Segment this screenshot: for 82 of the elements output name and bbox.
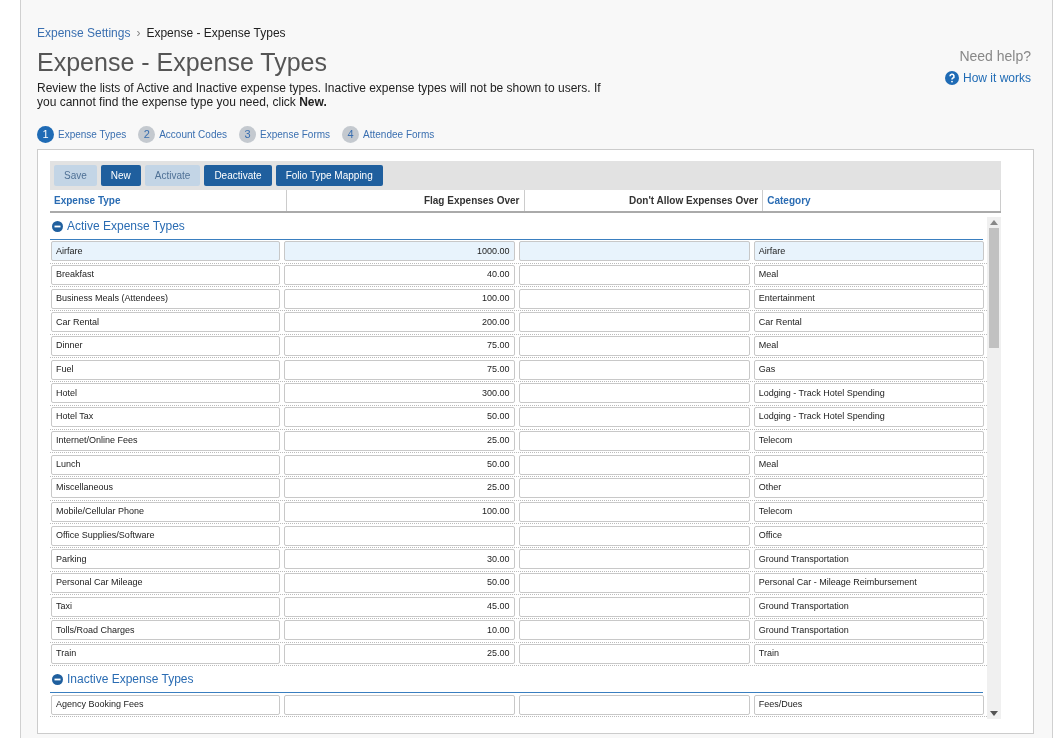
toolbar-button[interactable]: New <box>100 165 141 186</box>
scrollbar-thumb[interactable] <box>989 228 999 348</box>
table-cell: Mobile/Cellular Phone <box>51 501 281 522</box>
table-cell: Ground Transportation <box>753 549 984 570</box>
table-cell: Hotel <box>51 383 281 404</box>
table-cell: 50.00 <box>284 572 515 593</box>
table-cell: 25.00 <box>284 644 515 665</box>
table-cell: Agency Booking Fees <box>51 694 281 715</box>
toolbar-button[interactable]: Folio Type Mapping <box>275 165 383 186</box>
table-cell: 40.00 <box>284 265 515 286</box>
table-cell: Business Meals (Attendees) <box>51 288 281 309</box>
table-cell: Telecom <box>753 430 984 451</box>
scrollbar[interactable] <box>987 217 1001 719</box>
table-cell: Car Rental <box>51 312 281 333</box>
table-cell: 100.00 <box>284 501 515 522</box>
table-cell: 75.00 <box>284 359 515 380</box>
table-cell: Lunch <box>51 454 281 475</box>
table-cell: 10.00 <box>284 620 515 641</box>
collapse-icon[interactable] <box>52 220 63 232</box>
table-cell: Airfare <box>51 241 281 262</box>
table-cell: Meal <box>753 454 984 475</box>
table-cell: Ground Transportation <box>753 620 984 641</box>
group-title: Inactive Expense Types <box>67 671 194 689</box>
scroll-up-icon[interactable] <box>990 220 998 225</box>
table-cell: Ground Transportation <box>753 596 984 617</box>
table-cell: Personal Car Mileage <box>51 572 281 593</box>
column-header[interactable]: Flag Expenses Over <box>286 190 525 211</box>
table-cell: 300.00 <box>284 383 515 404</box>
table-cell: 100.00 <box>284 288 515 309</box>
table-cell: Entertainment <box>753 288 984 309</box>
table-cell: 75.00 <box>284 336 515 357</box>
table-cell: Tolls/Road Charges <box>51 620 281 641</box>
table-cell: Office Supplies/Software <box>51 525 281 546</box>
step-tab[interactable]: 4 Attendee Forms <box>342 125 435 143</box>
column-header[interactable]: Don't Allow Expenses Over <box>524 190 764 211</box>
table-cell: 45.00 <box>284 596 515 617</box>
toolbar-button[interactable]: Deactivate <box>204 165 272 186</box>
table-cell: 50.00 <box>284 407 515 428</box>
step-tab[interactable]: 1 Expense Types <box>37 125 127 143</box>
breadcrumb-separator: › <box>136 25 141 42</box>
table-cell: Fuel <box>51 359 281 380</box>
breadcrumb-current: Expense - Expense Types <box>146 25 286 42</box>
how-it-works-link[interactable]: How it works <box>963 69 1031 87</box>
table-cell: Meal <box>753 336 984 357</box>
table-cell: 1000.00 <box>284 241 515 262</box>
table-cell: 200.00 <box>284 312 515 333</box>
table-cell: Other <box>753 478 984 499</box>
column-header[interactable]: Expense Type <box>50 190 287 211</box>
scroll-down-icon[interactable] <box>990 711 998 716</box>
table-cell: 30.00 <box>284 549 515 570</box>
table-cell: Hotel Tax <box>51 407 281 428</box>
table-cell: Dinner <box>51 336 281 357</box>
table-cell: Internet/Online Fees <box>51 430 281 451</box>
table-cell: Taxi <box>51 596 281 617</box>
table-cell: Breakfast <box>51 265 281 286</box>
help-icon <box>945 71 959 85</box>
page-description: Review the lists of Active and Inactive expense types. Inactive expense types will not be shown to users. If you cannot find the expense type you need, click New. <box>37 81 602 109</box>
table-cell: 50.00 <box>284 454 515 475</box>
collapse-icon[interactable] <box>52 673 63 685</box>
table-cell: Personal Car - Mileage Reimbursement <box>753 572 984 593</box>
column-header[interactable]: Category <box>763 190 1001 211</box>
step-tab[interactable]: 3 Expense Forms <box>239 125 331 143</box>
table-cell: Miscellaneous <box>51 478 281 499</box>
table-cell: Office <box>753 525 984 546</box>
table-cell: Gas <box>753 359 984 380</box>
table-cell: Meal <box>753 265 984 286</box>
help-heading: Need help? <box>959 47 1031 66</box>
table-cell: Lodging - Track Hotel Spending <box>753 407 984 428</box>
table-cell: Train <box>51 644 281 665</box>
table-cell: Telecom <box>753 501 984 522</box>
table-cell: 25.00 <box>284 430 515 451</box>
table-cell: Fees/Dues <box>753 694 984 715</box>
group-title: Active Expense Types <box>67 218 185 235</box>
table-cell: Airfare <box>753 241 984 262</box>
table-cell: 25.00 <box>284 478 515 499</box>
table-cell: Train <box>753 644 984 665</box>
page-title: Expense - Expense Types <box>37 47 328 78</box>
step-tab[interactable]: 2 Account Codes <box>138 125 228 143</box>
table-cell: Car Rental <box>753 312 984 333</box>
breadcrumb-link[interactable]: Expense Settings <box>37 24 131 42</box>
table-cell: Parking <box>51 549 281 570</box>
table-cell: Lodging - Track Hotel Spending <box>753 383 984 404</box>
